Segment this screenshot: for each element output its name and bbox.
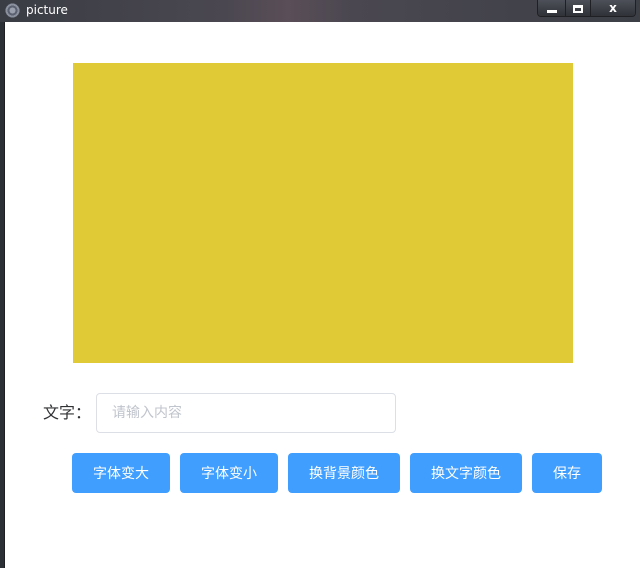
change-text-color-button[interactable]: 换文字颜色 bbox=[410, 453, 522, 493]
app-icon bbox=[5, 3, 20, 18]
maximize-button[interactable] bbox=[565, 0, 590, 16]
window-title: picture bbox=[26, 3, 68, 17]
change-background-color-button[interactable]: 换背景颜色 bbox=[288, 453, 400, 493]
button-row: 字体变大 字体变小 换背景颜色 换文字颜色 保存 bbox=[5, 453, 640, 493]
minimize-button[interactable] bbox=[538, 0, 565, 16]
font-larger-button[interactable]: 字体变大 bbox=[72, 453, 170, 493]
text-label: 文字： bbox=[43, 403, 92, 422]
minimize-icon bbox=[546, 10, 557, 13]
window-controls: x bbox=[537, 0, 636, 17]
close-button[interactable]: x bbox=[590, 0, 635, 16]
maximize-icon bbox=[573, 4, 583, 13]
save-button[interactable]: 保存 bbox=[532, 453, 602, 493]
window-title-bar[interactable]: picture x bbox=[0, 0, 640, 22]
close-icon: x bbox=[609, 1, 617, 15]
text-input[interactable] bbox=[96, 393, 396, 433]
picture-canvas bbox=[73, 63, 573, 363]
window-client-area: 文字： 字体变大 字体变小 换背景颜色 换文字颜色 保存 bbox=[4, 22, 640, 568]
font-smaller-button[interactable]: 字体变小 bbox=[180, 453, 278, 493]
